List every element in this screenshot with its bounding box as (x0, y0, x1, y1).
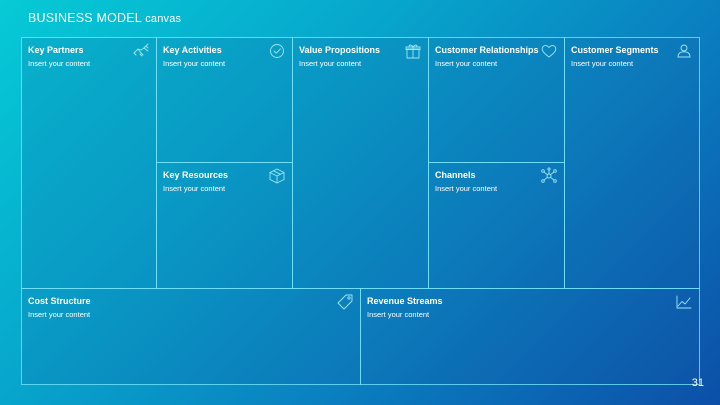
cell-cost-structure[interactable]: Cost Structure Insert your content (21, 288, 361, 385)
cell-customer-segments-content[interactable]: Insert your content (571, 59, 633, 68)
network-icon (540, 167, 558, 185)
cell-customer-segments[interactable]: Customer Segments Insert your content (564, 37, 700, 289)
cell-key-resources-content[interactable]: Insert your content (163, 184, 225, 193)
user-icon (675, 42, 693, 60)
heart-icon (540, 42, 558, 60)
slide-canvas: BUSINESS MODEL canvas Key Partners Inser… (0, 0, 720, 405)
cell-revenue-streams-title: Revenue Streams (367, 296, 443, 306)
slide-title-main: BUSINESS MODEL (28, 11, 142, 25)
cell-customer-segments-title: Customer Segments (571, 45, 659, 55)
line-chart-icon (675, 293, 693, 311)
handshake-icon (132, 42, 150, 60)
cell-value-propositions[interactable]: Value Propositions Insert your content (292, 37, 429, 289)
box-icon (268, 167, 286, 185)
cell-revenue-streams[interactable]: Revenue Streams Insert your content (360, 288, 700, 385)
cell-key-activities[interactable]: Key Activities Insert your content (156, 37, 293, 163)
cell-channels-title: Channels (435, 170, 476, 180)
cell-customer-relationships-content[interactable]: Insert your content (435, 59, 497, 68)
cell-key-resources[interactable]: Key Resources Insert your content (156, 162, 293, 289)
cell-cost-structure-title: Cost Structure (28, 296, 91, 306)
cell-customer-relationships[interactable]: Customer Relationships Insert your conte… (428, 37, 565, 163)
slide-title: BUSINESS MODEL canvas (28, 11, 181, 25)
cell-revenue-streams-content[interactable]: Insert your content (367, 310, 429, 319)
cell-value-propositions-content[interactable]: Insert your content (299, 59, 361, 68)
cell-channels-content[interactable]: Insert your content (435, 184, 497, 193)
gift-icon (404, 42, 422, 60)
cell-key-partners[interactable]: Key Partners Insert your content (21, 37, 157, 289)
cell-value-propositions-title: Value Propositions (299, 45, 381, 55)
cell-key-partners-title: Key Partners (28, 45, 84, 55)
cell-key-partners-content[interactable]: Insert your content (28, 59, 90, 68)
checkmark-icon (268, 42, 286, 60)
price-tag-icon (336, 293, 354, 311)
cell-key-activities-title: Key Activities (163, 45, 222, 55)
cell-channels[interactable]: Channels Insert your content (428, 162, 565, 289)
cell-customer-relationships-title: Customer Relationships (435, 45, 539, 55)
cell-key-resources-title: Key Resources (163, 170, 229, 180)
slide-title-rest: canvas (141, 13, 182, 25)
page-number: 31 (691, 377, 704, 389)
cell-cost-structure-content[interactable]: Insert your content (28, 310, 90, 319)
cell-key-activities-content[interactable]: Insert your content (163, 59, 225, 68)
